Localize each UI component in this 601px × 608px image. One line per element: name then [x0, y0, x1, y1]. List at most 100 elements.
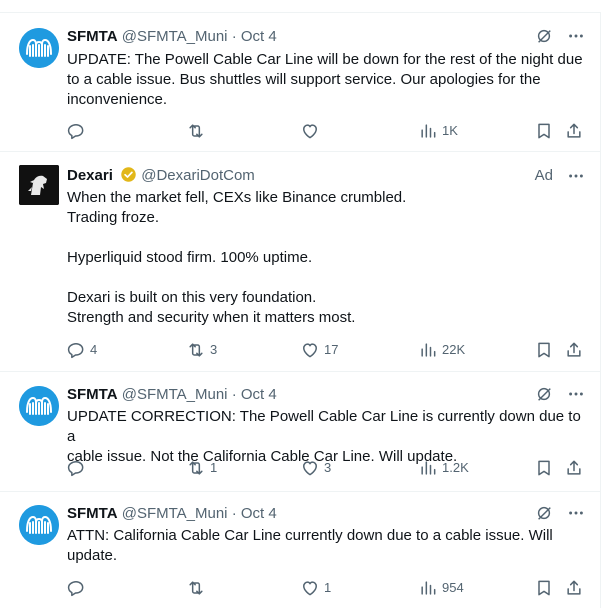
tweet-card[interactable]: SFMTA @SFMTA_Muni · Oct 4 UPDATE: The Po…	[0, 12, 601, 152]
tweet-text: ATTN: California Cable Car Line currentl…	[67, 526, 583, 566]
tweet-header: SFMTA @SFMTA_Muni · Oct 4	[67, 504, 585, 524]
views-chart-icon	[421, 581, 436, 595]
share-button[interactable]	[564, 338, 584, 362]
sfmta-logo-icon	[19, 505, 59, 545]
more-options-icon[interactable]	[567, 27, 585, 45]
repost-button[interactable]	[186, 119, 210, 143]
repost-icon	[189, 461, 203, 475]
reply-icon	[67, 343, 84, 359]
reply-button[interactable]	[66, 576, 90, 600]
bookmark-icon	[538, 123, 550, 139]
reply-button[interactable]	[66, 456, 90, 480]
author-handle[interactable]: @SFMTA_Muni	[122, 28, 228, 45]
avatar[interactable]	[19, 28, 59, 68]
tweet-date[interactable]: Oct 4	[241, 386, 277, 403]
more-options-icon[interactable]	[567, 385, 585, 403]
more-options-icon[interactable]	[567, 167, 585, 185]
tweet-line: Hyperliquid stood firm. 100% uptime.	[67, 249, 313, 266]
tweet-line: ATTN: California Cable Car Line currentl…	[67, 527, 553, 544]
views-chart-icon	[421, 461, 436, 475]
like-button[interactable]: 3	[300, 456, 331, 480]
verified-badge-icon	[121, 167, 136, 182]
separator-dot: ·	[231, 386, 237, 403]
reply-button[interactable]: 4	[66, 338, 97, 362]
like-button[interactable]: 17	[300, 338, 338, 362]
reply-button[interactable]	[66, 119, 90, 143]
sfmta-logo-icon	[19, 386, 59, 426]
repost-icon	[189, 124, 203, 138]
tweet-text: UPDATE: The Powell Cable Car Line will b…	[67, 50, 583, 110]
grok-icon[interactable]	[535, 27, 553, 45]
grok-icon[interactable]	[535, 504, 553, 522]
tweet-header: SFMTA @SFMTA_Muni · Oct 4	[67, 27, 585, 47]
tweet-text: When the market fell, CEXs like Binance …	[67, 188, 583, 328]
tweet-header: SFMTA @SFMTA_Muni · Oct 4	[67, 385, 585, 405]
share-icon	[567, 580, 581, 595]
bookmark-button[interactable]	[534, 456, 554, 480]
views-chart-icon	[421, 343, 436, 357]
view-count: 22K	[442, 342, 466, 357]
like-count: 3	[324, 460, 332, 475]
repost-button[interactable]: 1	[186, 456, 217, 480]
tweet-line: Trading froze.	[67, 209, 159, 226]
tweet-line: UPDATE: The Powell Cable Car Line will b…	[67, 51, 583, 68]
avatar[interactable]	[19, 505, 59, 545]
views-chart-icon	[421, 124, 436, 138]
share-button[interactable]	[564, 119, 584, 143]
grok-icon[interactable]	[535, 385, 553, 403]
bookmark-icon	[538, 580, 550, 596]
tweet-card[interactable]: SFMTA @SFMTA_Muni · Oct 4 UPDATE CORRECT…	[0, 372, 601, 492]
heart-icon	[303, 343, 317, 358]
tweet-card[interactable]: SFMTA @SFMTA_Muni · Oct 4 ATTN: Californ…	[0, 492, 601, 608]
bookmark-button[interactable]	[534, 338, 554, 362]
tweet-actions: 1 954	[58, 576, 589, 600]
author-name[interactable]: SFMTA	[67, 505, 118, 522]
heart-icon	[303, 124, 317, 139]
tweet-date[interactable]: Oct 4	[241, 28, 277, 45]
author-handle[interactable]: @SFMTA_Muni	[122, 386, 228, 403]
promoted-tweet-card[interactable]: Dexari @DexariDotCom Ad When the market …	[0, 152, 601, 372]
repost-button[interactable]: 3	[186, 338, 217, 362]
separator-dot: ·	[231, 505, 237, 522]
views-button[interactable]: 22K	[418, 338, 465, 362]
author-name[interactable]: Dexari	[67, 167, 113, 184]
tweet-date[interactable]: Oct 4	[241, 505, 277, 522]
reply-icon	[67, 461, 84, 477]
heart-icon	[303, 581, 317, 596]
view-count: 1.2K	[442, 460, 469, 475]
author-handle[interactable]: @SFMTA_Muni	[122, 505, 228, 522]
like-button[interactable]: 1	[300, 576, 331, 600]
share-button[interactable]	[564, 576, 584, 600]
author-handle[interactable]: @DexariDotCom	[141, 167, 255, 184]
tweet-line: update.	[67, 547, 118, 564]
view-count: 1K	[442, 123, 458, 138]
tweet-actions: 1 3 1.2K	[58, 456, 589, 480]
repost-count: 1	[210, 460, 218, 475]
separator-dot: ·	[231, 28, 237, 45]
repost-icon	[189, 581, 203, 595]
tweet-line: Dexari is built on this very foundation.	[67, 289, 317, 306]
like-count: 1	[324, 580, 332, 595]
tweet-line: to a cable issue. Bus shuttles will supp…	[67, 71, 541, 88]
views-button[interactable]: 1K	[418, 119, 458, 143]
views-button[interactable]: 1.2K	[418, 456, 469, 480]
repost-icon	[189, 343, 203, 357]
like-button[interactable]	[300, 119, 324, 143]
tweet-line: Strength and security when it matters mo…	[67, 309, 356, 326]
heart-icon	[303, 461, 317, 476]
author-name[interactable]: SFMTA	[67, 28, 118, 45]
reply-icon	[67, 124, 84, 140]
tweet-actions: 1K	[58, 119, 589, 143]
bookmark-button[interactable]	[534, 576, 554, 600]
more-options-icon[interactable]	[567, 504, 585, 522]
avatar[interactable]	[19, 165, 59, 205]
avatar[interactable]	[19, 386, 59, 426]
repost-count: 3	[210, 342, 218, 357]
repost-button[interactable]	[186, 576, 210, 600]
share-button[interactable]	[564, 456, 584, 480]
bookmark-button[interactable]	[534, 119, 554, 143]
share-icon	[567, 123, 581, 138]
views-button[interactable]: 954	[418, 576, 464, 600]
author-name[interactable]: SFMTA	[67, 386, 118, 403]
tweet-header: Dexari @DexariDotCom Ad	[67, 166, 585, 186]
